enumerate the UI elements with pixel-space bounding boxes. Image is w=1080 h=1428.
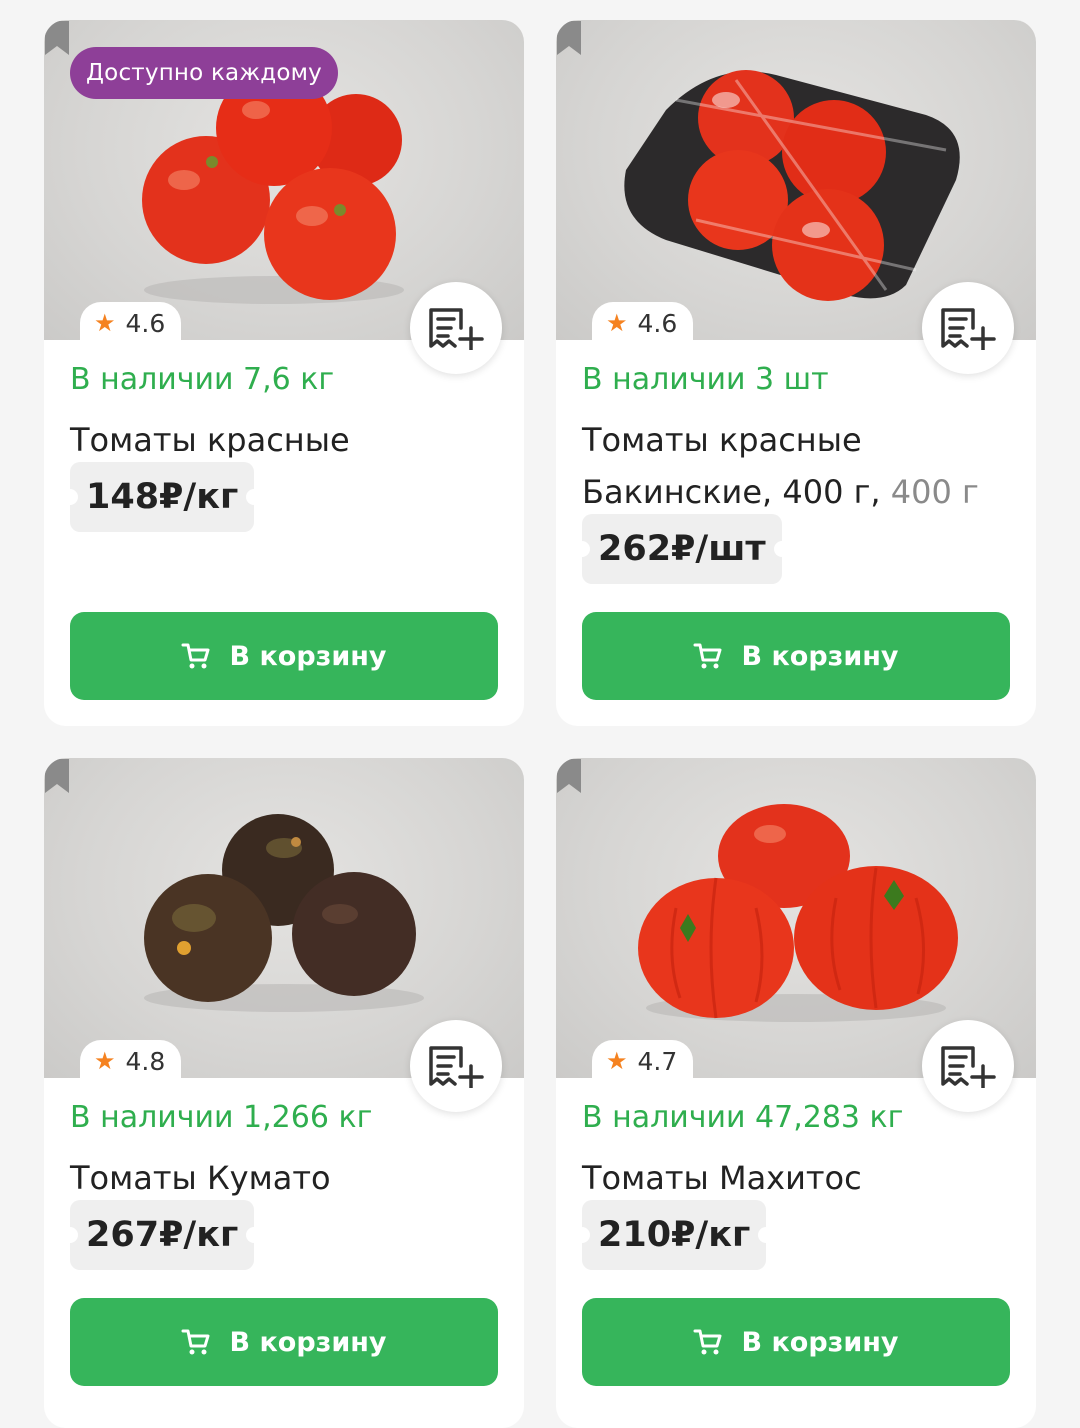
stock-status: В наличии 1,266 кг <box>70 1100 373 1135</box>
product-title[interactable]: Томаты красные <box>70 414 510 466</box>
star-icon: ★ <box>94 1047 116 1075</box>
cart-icon <box>181 1329 210 1355</box>
add-to-cart-label: В корзину <box>229 1326 387 1358</box>
cart-icon <box>693 1329 722 1355</box>
cart-icon <box>693 643 722 669</box>
add-to-cart-button[interactable]: В корзину <box>70 1298 498 1386</box>
add-to-cart-button[interactable]: В корзину <box>582 612 1010 700</box>
star-icon: ★ <box>606 1047 628 1075</box>
bookmark-icon[interactable] <box>44 758 70 794</box>
product-price: 262₽/шт <box>574 514 790 584</box>
product-price: 148₽/кг <box>61 462 263 532</box>
stock-status: В наличии 47,283 кг <box>582 1100 904 1135</box>
add-to-cart-button[interactable]: В корзину <box>70 612 498 700</box>
star-icon: ★ <box>606 309 628 337</box>
rating: ★ 4.8 <box>80 1040 182 1082</box>
product-card[interactable]: ★ 4.8 В наличии 1,266 кг Томаты Кумато 2… <box>44 758 524 1428</box>
bookmark-icon[interactable] <box>44 20 70 56</box>
add-to-cart-label: В корзину <box>229 640 387 672</box>
cart-icon <box>181 643 210 669</box>
bookmark-icon[interactable] <box>556 758 582 794</box>
product-title[interactable]: Томаты Махитос <box>582 1152 1022 1204</box>
add-to-list-button[interactable] <box>410 1020 502 1112</box>
product-card[interactable]: Доступно каждому ★ 4.6 В наличии 7,6 кг … <box>44 20 524 726</box>
product-title[interactable]: Томаты Кумато <box>70 1152 510 1204</box>
rating-value: 4.6 <box>125 308 166 338</box>
product-card[interactable]: ★ 4.6 В наличии 3 шт Томаты красные Баки… <box>556 20 1036 726</box>
product-title[interactable]: Томаты красные Бакинские, 400 г, 400 г <box>582 414 1022 518</box>
product-name: Томаты красные Бакинские, 400 г, <box>582 421 881 511</box>
rating: ★ 4.7 <box>592 1040 694 1082</box>
add-to-cart-label: В корзину <box>741 1326 899 1358</box>
add-to-list-icon <box>429 308 484 350</box>
promo-badge: Доступно каждому <box>70 47 338 99</box>
product-weight: 400 г <box>890 473 979 511</box>
add-to-list-icon <box>941 308 996 350</box>
add-to-list-icon <box>429 1046 484 1088</box>
add-to-list-icon <box>941 1046 996 1088</box>
product-card[interactable]: ★ 4.7 В наличии 47,283 кг Томаты Махитос… <box>556 758 1036 1428</box>
product-price: 267₽/кг <box>61 1200 263 1270</box>
product-name: Томаты красные <box>70 421 350 459</box>
product-name: Томаты Махитос <box>582 1159 862 1197</box>
add-to-list-button[interactable] <box>922 282 1014 374</box>
add-to-list-button[interactable] <box>410 282 502 374</box>
add-to-cart-button[interactable]: В корзину <box>582 1298 1010 1386</box>
bookmark-icon[interactable] <box>556 20 582 56</box>
add-to-cart-label: В корзину <box>741 640 899 672</box>
rating-value: 4.7 <box>637 1046 678 1076</box>
rating: ★ 4.6 <box>592 302 694 344</box>
add-to-list-button[interactable] <box>922 1020 1014 1112</box>
stock-status: В наличии 7,6 кг <box>70 362 335 397</box>
product-price: 210₽/кг <box>573 1200 775 1270</box>
star-icon: ★ <box>94 309 116 337</box>
rating-value: 4.6 <box>637 308 678 338</box>
rating: ★ 4.6 <box>80 302 182 344</box>
stock-status: В наличии 3 шт <box>582 362 829 397</box>
product-name: Томаты Кумато <box>70 1159 331 1197</box>
rating-value: 4.8 <box>125 1046 166 1076</box>
